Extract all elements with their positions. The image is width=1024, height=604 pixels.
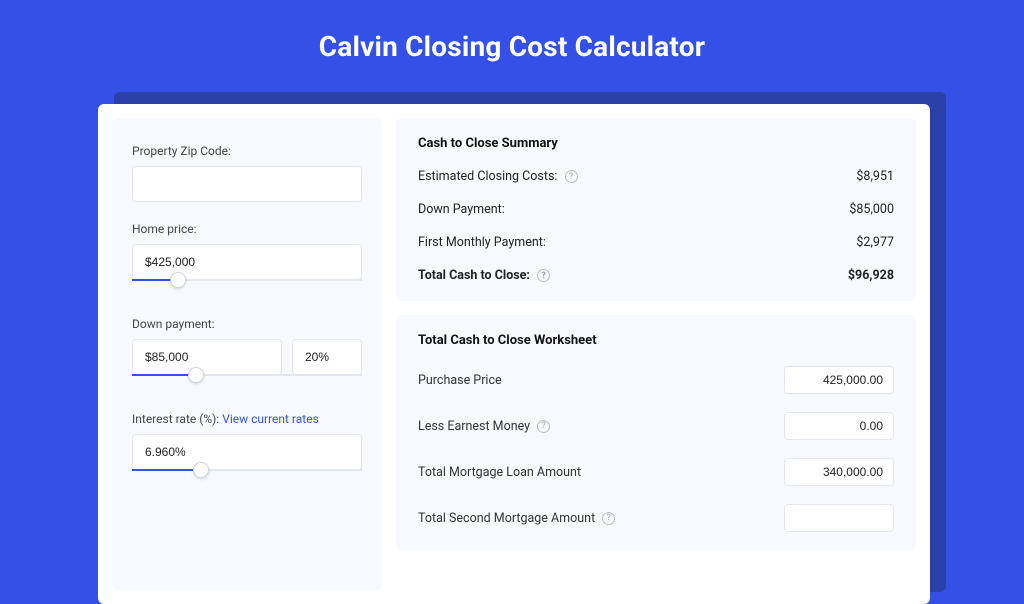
ws-row-earnest-money: Less Earnest Money ? (418, 412, 894, 440)
interest-label: Interest rate (%): View current rates (132, 412, 362, 426)
home-price-slider[interactable] (132, 279, 362, 297)
summary-row-first-payment: First Monthly Payment: $2,977 (418, 235, 894, 250)
help-icon[interactable]: ? (602, 512, 615, 525)
summary-row-down-payment: Down Payment: $85,000 (418, 202, 894, 217)
zip-label: Property Zip Code: (132, 144, 362, 158)
worksheet-box: Total Cash to Close Worksheet Purchase P… (396, 315, 916, 550)
ws-row-second-mortgage: Total Second Mortgage Amount ? (418, 504, 894, 532)
down-payment-pct-input[interactable] (292, 339, 362, 375)
interest-group: Interest rate (%): View current rates (132, 412, 362, 487)
summary-label-text: First Monthly Payment: (418, 235, 546, 250)
help-icon[interactable]: ? (537, 420, 550, 433)
ws-label-text: Purchase Price (418, 373, 502, 388)
slider-thumb[interactable] (188, 367, 204, 383)
worksheet-title: Total Cash to Close Worksheet (418, 333, 894, 348)
summary-label-text: Total Cash to Close: (418, 268, 530, 283)
calculator-card: Property Zip Code: Home price: Down paym… (98, 104, 930, 604)
ws-row-purchase-price: Purchase Price (418, 366, 894, 394)
results-panel: Cash to Close Summary Estimated Closing … (396, 118, 916, 590)
interest-slider[interactable] (132, 469, 362, 487)
summary-value: $8,951 (856, 169, 894, 184)
summary-label: Estimated Closing Costs: ? (418, 169, 578, 184)
interest-label-text: Interest rate (%): (132, 412, 222, 426)
help-icon[interactable]: ? (537, 269, 550, 282)
ws-label-text: Total Second Mortgage Amount (418, 511, 595, 526)
down-payment-label: Down payment: (132, 317, 362, 331)
summary-row-closing-costs: Estimated Closing Costs: ? $8,951 (418, 169, 894, 184)
summary-value: $2,977 (856, 235, 894, 250)
slider-thumb[interactable] (170, 272, 186, 288)
down-payment-slider[interactable] (132, 374, 362, 392)
down-payment-group: Down payment: (132, 317, 362, 392)
summary-label-text: Down Payment: (418, 202, 505, 217)
ws-row-mortgage-amount: Total Mortgage Loan Amount (418, 458, 894, 486)
slider-thumb[interactable] (193, 462, 209, 478)
home-price-label: Home price: (132, 222, 362, 236)
home-price-group: Home price: (132, 222, 362, 297)
interest-input[interactable] (132, 434, 362, 470)
summary-total-label: Total Cash to Close: ? (418, 268, 550, 283)
down-payment-input[interactable] (132, 339, 282, 375)
inputs-panel: Property Zip Code: Home price: Down paym… (112, 118, 382, 590)
summary-title: Cash to Close Summary (418, 136, 894, 151)
zip-group: Property Zip Code: (132, 144, 362, 202)
ws-label: Total Second Mortgage Amount ? (418, 511, 615, 526)
ws-value-input[interactable] (784, 412, 894, 440)
ws-value-input[interactable] (784, 504, 894, 532)
ws-value-input[interactable] (784, 458, 894, 486)
summary-box: Cash to Close Summary Estimated Closing … (396, 118, 916, 301)
ws-label: Less Earnest Money ? (418, 419, 550, 434)
view-rates-link[interactable]: View current rates (222, 412, 319, 426)
slider-fill (132, 469, 201, 471)
summary-value: $85,000 (849, 202, 894, 217)
help-icon[interactable]: ? (565, 170, 578, 183)
ws-label-text: Less Earnest Money (418, 419, 530, 434)
ws-label-text: Total Mortgage Loan Amount (418, 465, 581, 480)
summary-label-text: Estimated Closing Costs: (418, 169, 557, 184)
slider-fill (132, 374, 196, 376)
summary-total-value: $96,928 (848, 268, 894, 283)
zip-input[interactable] (132, 166, 362, 202)
home-price-input[interactable] (132, 244, 362, 280)
page-title: Calvin Closing Cost Calculator (0, 0, 1024, 91)
summary-row-total: Total Cash to Close: ? $96,928 (418, 268, 894, 283)
ws-value-input[interactable] (784, 366, 894, 394)
